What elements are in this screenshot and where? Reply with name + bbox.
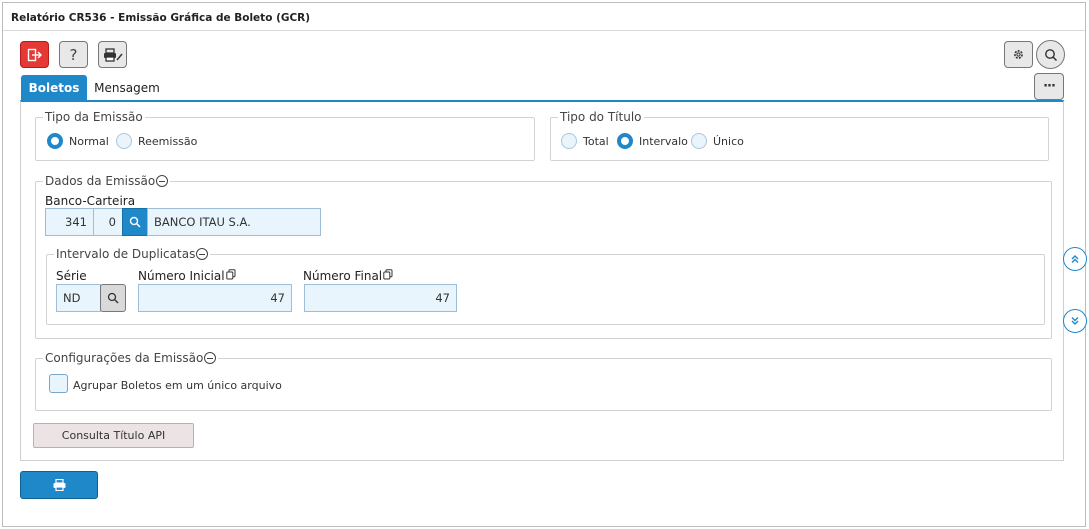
tipo-emissao-legend: Tipo da Emissão xyxy=(43,110,145,124)
search-icon xyxy=(1044,48,1057,61)
agrupar-boletos-label: Agrupar Boletos em um único arquivo xyxy=(73,379,282,392)
radio-intervalo-label: Intervalo xyxy=(639,134,688,148)
radio-total[interactable]: Total xyxy=(561,133,609,149)
radio-reemissao-dot xyxy=(116,133,132,149)
radio-total-dot xyxy=(561,133,577,149)
dados-emissao-legend: Dados da Emissão xyxy=(43,174,171,188)
serie-label: Série xyxy=(56,269,87,283)
banco-nome-field: BANCO ITAU S.A. xyxy=(147,208,321,236)
print-button[interactable] xyxy=(20,471,98,499)
exit-icon xyxy=(27,48,42,61)
more-icon: ··· xyxy=(1043,79,1056,94)
help-icon: ? xyxy=(69,45,78,64)
consulta-titulo-api-button[interactable]: Consulta Título API xyxy=(33,423,194,448)
radio-normal-dot xyxy=(47,133,63,149)
collapse-intervalo-icon[interactable] xyxy=(196,248,209,260)
tab-mensagem[interactable]: Mensagem xyxy=(92,75,162,100)
radio-total-label: Total xyxy=(583,134,609,148)
print-edit-button[interactable] xyxy=(98,41,127,68)
more-options-button[interactable]: ··· xyxy=(1034,73,1064,100)
title-bar: Relatório CR536 - Emissão Gráfica de Bol… xyxy=(3,3,1085,31)
numero-final-label: Número Final xyxy=(303,269,393,283)
help-button[interactable]: ? xyxy=(59,41,88,68)
numero-final-input[interactable]: 47 xyxy=(304,284,457,312)
copy-icon[interactable] xyxy=(225,269,236,280)
scroll-down-button[interactable] xyxy=(1063,309,1087,333)
double-chevron-down-icon xyxy=(1071,317,1079,325)
banco-carteira-label: Banco-Carteira xyxy=(45,194,136,208)
radio-reemissao[interactable]: Reemissão xyxy=(116,133,197,149)
search-icon xyxy=(129,216,141,228)
numero-inicial-input[interactable]: 47 xyxy=(138,284,292,312)
radio-normal-label: Normal xyxy=(69,134,109,148)
carteira-input[interactable]: 0 xyxy=(93,208,123,236)
exit-button[interactable] xyxy=(20,41,49,68)
tipo-titulo-legend: Tipo do Título xyxy=(558,110,644,124)
radio-reemissao-label: Reemissão xyxy=(138,134,198,148)
numero-inicial-label: Número Inicial xyxy=(138,269,236,283)
radio-intervalo-dot xyxy=(617,133,633,149)
serie-input[interactable]: ND xyxy=(56,284,101,312)
print-edit-icon xyxy=(103,47,123,62)
intervalo-duplicatas-legend: Intervalo de Duplicatas xyxy=(54,247,211,261)
radio-intervalo[interactable]: Intervalo xyxy=(617,133,688,149)
search-button[interactable] xyxy=(1036,40,1065,69)
gear-icon xyxy=(1014,50,1023,59)
banco-lookup-button[interactable] xyxy=(122,208,148,236)
configuracoes-legend: Configurações da Emissão xyxy=(43,351,219,365)
radio-unico-label: Único xyxy=(713,134,744,148)
serie-lookup-button[interactable] xyxy=(100,284,126,312)
collapse-config-icon[interactable] xyxy=(204,352,217,364)
collapse-dados-icon[interactable] xyxy=(156,175,169,187)
radio-unico-dot xyxy=(691,133,707,149)
search-icon xyxy=(107,292,119,304)
double-chevron-up-icon xyxy=(1071,255,1079,263)
radio-unico[interactable]: Único xyxy=(691,133,744,149)
tab-boletos[interactable]: Boletos xyxy=(21,75,87,100)
radio-normal[interactable]: Normal xyxy=(47,133,109,149)
agrupar-boletos-checkbox[interactable] xyxy=(49,374,68,393)
settings-button[interactable] xyxy=(1004,41,1033,68)
window-title: Relatório CR536 - Emissão Gráfica de Bol… xyxy=(11,12,311,24)
copy-icon[interactable] xyxy=(383,269,393,280)
banco-input[interactable]: 341 xyxy=(45,208,94,236)
scroll-up-button[interactable] xyxy=(1063,247,1087,271)
print-icon xyxy=(53,479,65,491)
